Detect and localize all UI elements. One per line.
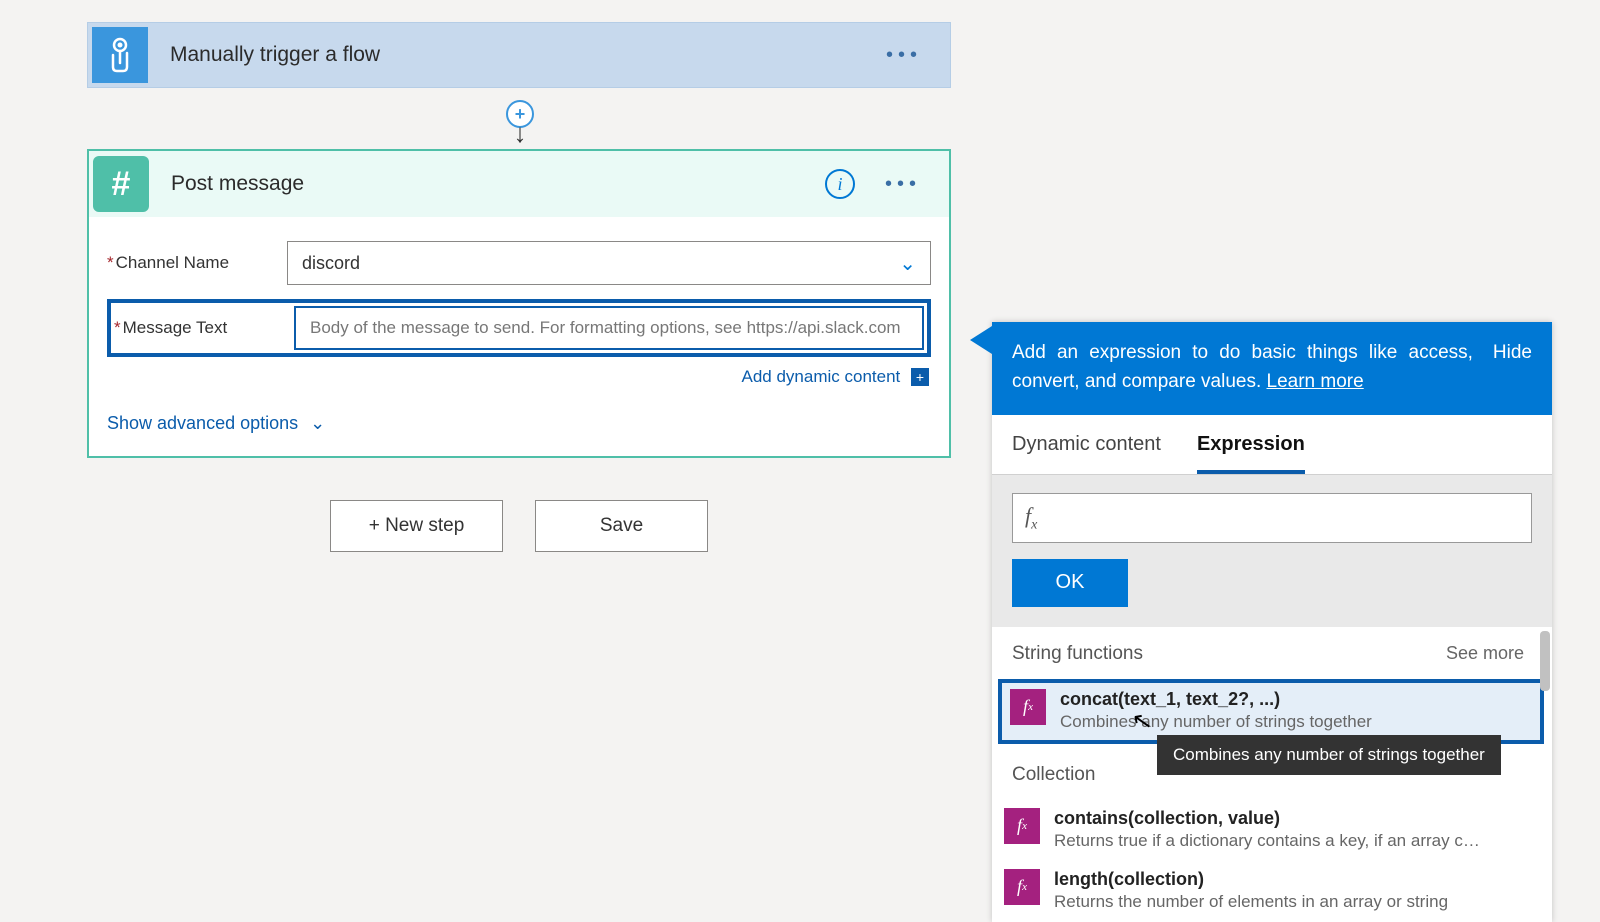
chevron-down-icon: ⌄	[899, 251, 916, 276]
function-desc: Returns true if a dictionary contains a …	[1054, 831, 1484, 851]
function-desc: Combines any number of strings together	[1060, 712, 1372, 732]
post-header[interactable]: # Post message i •••	[89, 151, 949, 217]
chevron-down-icon: ⌄	[310, 413, 325, 433]
arrow-down-icon: ↓	[514, 126, 527, 140]
message-label: *Message Text	[114, 318, 294, 338]
fx-badge-icon: fx	[1004, 808, 1040, 844]
slack-hash-icon: #	[93, 156, 149, 212]
channel-row: *Channel Name discord ⌄	[107, 241, 931, 285]
connector: + ↓	[506, 100, 534, 140]
post-more-icon[interactable]: •••	[885, 173, 921, 196]
function-name: contains(collection, value)	[1054, 808, 1484, 829]
function-name: length(collection)	[1054, 869, 1448, 890]
function-contains[interactable]: fx contains(collection, value) Returns t…	[992, 800, 1552, 861]
category-string-functions: String functions See more	[992, 627, 1552, 679]
hide-panel-button[interactable]: Hide	[1493, 338, 1532, 397]
expression-header: Add an expression to do basic things lik…	[992, 322, 1552, 415]
info-icon[interactable]: i	[825, 169, 855, 199]
tooltip: Combines any number of strings together	[1157, 735, 1501, 775]
fx-badge-icon: fx	[1010, 689, 1046, 725]
expression-panel: Add an expression to do basic things lik…	[992, 322, 1552, 922]
fx-badge-icon: fx	[1004, 869, 1040, 905]
see-more-string[interactable]: See more	[1446, 643, 1524, 664]
action-buttons: + New step Save	[330, 500, 708, 552]
fx-icon: fx	[1025, 503, 1037, 533]
expression-headline: Add an expression to do basic things lik…	[1012, 342, 1473, 392]
trigger-title: Manually trigger a flow	[170, 43, 380, 67]
manual-trigger-icon	[92, 27, 148, 83]
expression-input[interactable]: fx	[1012, 493, 1532, 543]
expression-tabs: Dynamic content Expression	[992, 415, 1552, 475]
trigger-more-icon[interactable]: •••	[886, 44, 922, 67]
post-title: Post message	[171, 172, 304, 196]
function-name: concat(text_1, text_2?, ...)	[1060, 689, 1372, 710]
message-row-highlight: *Message Text Body of the message to sen…	[107, 299, 931, 357]
tab-expression[interactable]: Expression	[1197, 433, 1305, 474]
new-step-button[interactable]: + New step	[330, 500, 503, 552]
channel-label: *Channel Name	[107, 253, 287, 273]
channel-value: discord	[302, 253, 360, 274]
message-text-input[interactable]: Body of the message to send. For formatt…	[294, 306, 924, 350]
channel-select[interactable]: discord ⌄	[287, 241, 931, 285]
callout-arrow-icon	[970, 326, 992, 354]
post-message-card: # Post message i ••• *Channel Name disco…	[87, 149, 951, 458]
trigger-card[interactable]: Manually trigger a flow •••	[87, 22, 951, 88]
function-length[interactable]: fx length(collection) Returns the number…	[992, 861, 1552, 922]
tab-dynamic-content[interactable]: Dynamic content	[1012, 433, 1161, 474]
show-advanced-toggle[interactable]: Show advanced options⌄	[107, 413, 931, 434]
function-desc: Returns the number of elements in an arr…	[1054, 892, 1448, 912]
dynamic-content-badge-icon[interactable]: +	[911, 368, 929, 386]
ok-button[interactable]: OK	[1012, 559, 1128, 607]
add-dynamic-content-link[interactable]: Add dynamic content	[742, 367, 901, 386]
learn-more-link[interactable]: Learn more	[1267, 371, 1364, 392]
scrollbar[interactable]	[1540, 631, 1550, 691]
save-button[interactable]: Save	[535, 500, 708, 552]
